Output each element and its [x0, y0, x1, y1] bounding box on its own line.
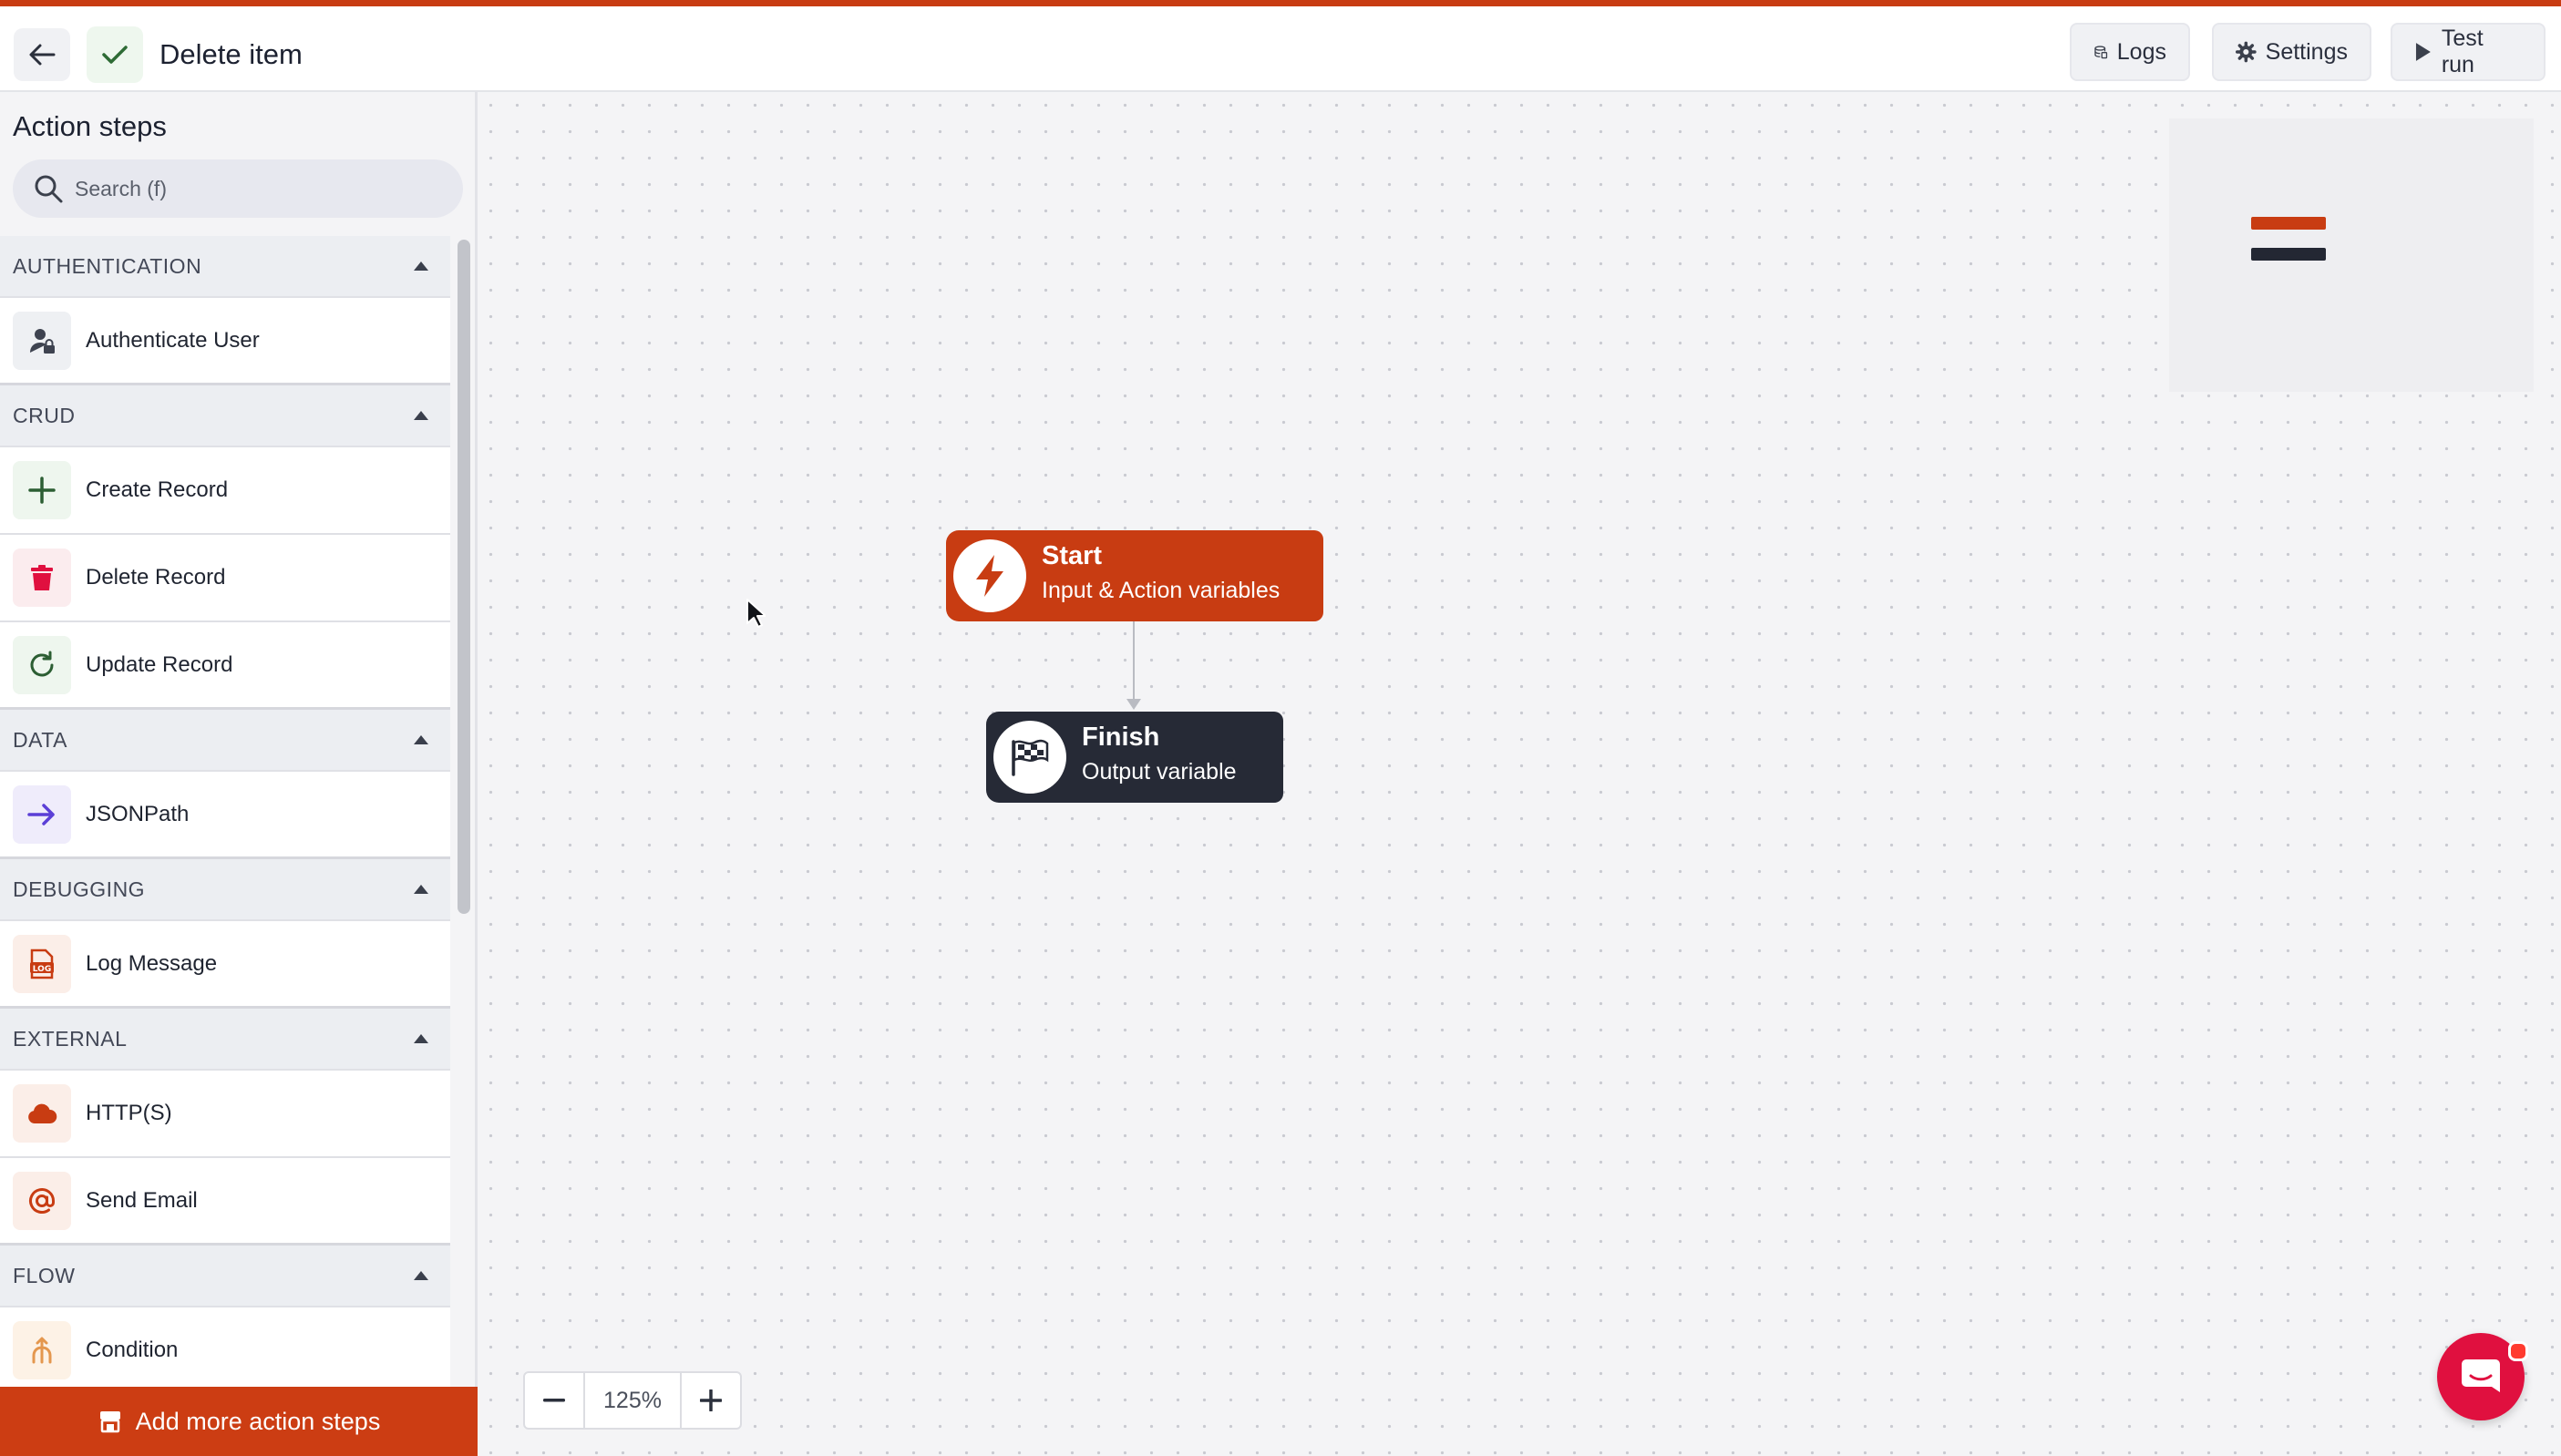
page-title: Delete item [159, 38, 303, 70]
action-label: Log Message [86, 950, 218, 976]
sidebar-scrollbar-thumb[interactable] [458, 240, 470, 914]
header: Delete item Logs Settings Test run [0, 6, 2561, 92]
section-label: FLOW [13, 1263, 76, 1287]
plus-icon [13, 461, 71, 519]
action-https[interactable]: HTTP(S) [0, 1071, 450, 1158]
action-label: Condition [86, 1338, 179, 1362]
collapse-caret-icon [414, 735, 428, 744]
search-icon [35, 175, 63, 203]
store-icon [99, 1411, 120, 1433]
collapse-caret-icon [414, 885, 428, 894]
section-authentication[interactable]: AUTHENTICATION [0, 236, 450, 298]
trash-icon [13, 549, 71, 607]
play-icon [2415, 43, 2431, 61]
section-label: CRUD [13, 403, 76, 427]
test-run-button[interactable]: Test run [2391, 23, 2546, 81]
refresh-icon [13, 636, 71, 694]
section-external[interactable]: EXTERNAL [0, 1009, 450, 1071]
user-lock-icon [13, 312, 71, 370]
branch-icon [13, 1321, 71, 1379]
action-log-message[interactable]: LOG Log Message [0, 921, 450, 1009]
at-sign-icon [13, 1172, 71, 1230]
section-label: EXTERNAL [13, 1026, 128, 1051]
action-update-record[interactable]: Update Record [0, 622, 450, 710]
finish-node[interactable]: Finish Output variable [986, 712, 1283, 803]
action-send-email[interactable]: Send Email [0, 1158, 450, 1246]
start-node[interactable]: Start Input & Action variables [946, 530, 1323, 621]
action-authenticate-user[interactable]: Authenticate User [0, 298, 450, 385]
zoom-out-button[interactable] [525, 1373, 583, 1428]
arrow-right-icon [13, 785, 71, 844]
edge-start-finish [1133, 621, 1135, 703]
zoom-control: 125% [523, 1371, 742, 1430]
zoom-level: 125% [583, 1373, 682, 1428]
finish-node-title: Finish [1082, 723, 1160, 752]
collapse-caret-icon [414, 261, 428, 271]
action-label: Update Record [86, 651, 233, 677]
logs-label: Logs [2116, 38, 2166, 65]
action-label: JSONPath [86, 801, 190, 826]
collapse-caret-icon [414, 411, 428, 420]
action-label: Delete Record [86, 565, 226, 590]
gear-icon [2236, 41, 2257, 63]
plus-icon [700, 1389, 722, 1411]
action-label: HTTP(S) [86, 1101, 172, 1125]
action-steps-sidebar: Action steps Search (f) AUTHENTICATION A… [0, 92, 478, 1456]
add-more-label: Add more action steps [135, 1407, 381, 1435]
action-delete-record[interactable]: Delete Record [0, 535, 450, 622]
section-crud[interactable]: CRUD [0, 385, 450, 447]
top-accent-line [0, 0, 2561, 6]
collapse-caret-icon [414, 1271, 428, 1280]
settings-button[interactable]: Settings [2212, 23, 2371, 81]
arrow-left-icon [29, 44, 56, 66]
minimap-finish-node [2251, 248, 2326, 261]
checkered-flag-icon [993, 721, 1066, 794]
start-node-title: Start [1042, 541, 1103, 570]
section-debugging[interactable]: DEBUGGING [0, 859, 450, 921]
action-jsonpath[interactable]: JSONPath [0, 772, 450, 859]
test-run-label: Test run [2441, 26, 2484, 77]
chat-icon [2462, 1359, 2500, 1392]
action-create-record[interactable]: Create Record [0, 447, 450, 535]
action-condition[interactable]: Condition [0, 1307, 450, 1395]
finish-node-subtitle: Output variable [1082, 759, 1237, 784]
edge-arrowhead [1126, 699, 1141, 710]
check-icon [102, 46, 128, 64]
collapse-caret-icon [414, 1034, 428, 1043]
section-label: DEBUGGING [13, 877, 146, 901]
section-flow[interactable]: FLOW [0, 1246, 450, 1307]
search-input[interactable]: Search (f) [13, 159, 463, 218]
mouse-cursor-icon [746, 599, 766, 628]
logs-icon [2094, 46, 2108, 59]
action-label: Send Email [86, 1187, 198, 1213]
action-label: Authenticate User [86, 327, 260, 353]
zoom-in-button[interactable] [682, 1373, 740, 1428]
add-more-action-steps-button[interactable]: Add more action steps [0, 1387, 478, 1456]
action-label: Create Record [86, 477, 229, 502]
sidebar-title: Action steps [13, 110, 167, 142]
section-label: AUTHENTICATION [13, 253, 202, 278]
log-file-icon: LOG [13, 935, 71, 993]
notification-dot [2508, 1341, 2528, 1361]
search-placeholder: Search (f) [75, 176, 167, 200]
status-indicator [87, 26, 143, 83]
minimap-start-node [2251, 217, 2326, 230]
lightning-icon [953, 539, 1026, 612]
start-node-subtitle: Input & Action variables [1042, 578, 1280, 603]
action-step-list: AUTHENTICATION Authenticate User CRUD Cr… [0, 236, 450, 1395]
svg-text:LOG: LOG [33, 965, 51, 974]
section-data[interactable]: DATA [0, 710, 450, 772]
cloud-icon [13, 1084, 71, 1143]
settings-label: Settings [2265, 38, 2348, 65]
minus-icon [543, 1399, 565, 1402]
section-label: DATA [13, 727, 67, 752]
minimap[interactable] [2169, 118, 2534, 392]
logs-button[interactable]: Logs [2070, 23, 2190, 81]
back-button[interactable] [14, 28, 70, 81]
